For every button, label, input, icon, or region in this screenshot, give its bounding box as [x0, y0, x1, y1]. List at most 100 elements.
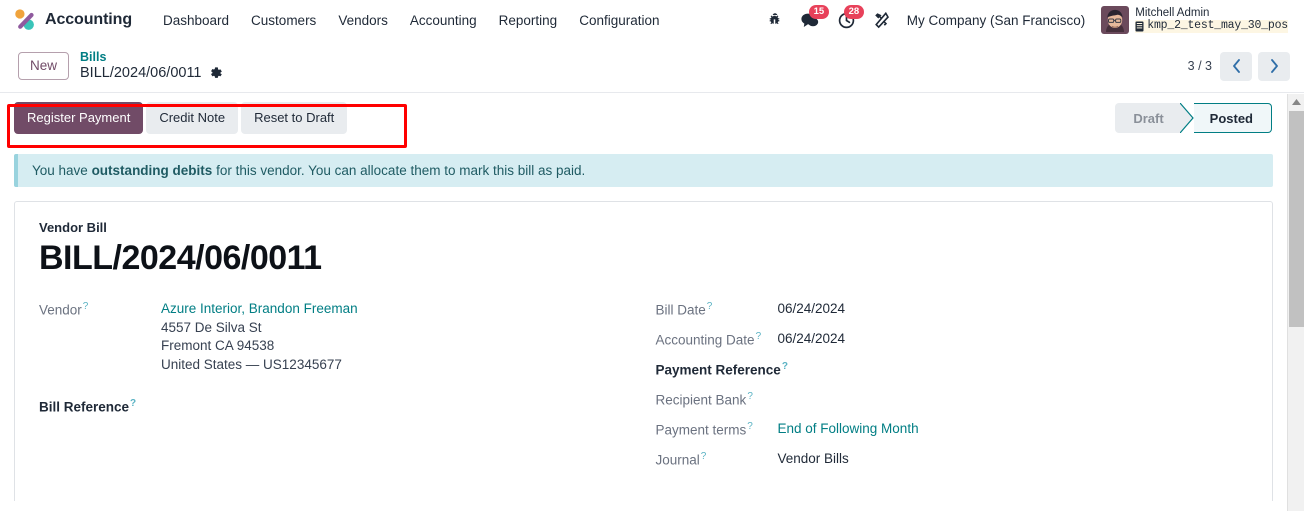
breadcrumb-parent-bills[interactable]: Bills	[80, 50, 222, 65]
app-brand[interactable]: Accounting	[10, 7, 138, 33]
vendor-name[interactable]: Azure Interior, Brandon Freeman	[161, 300, 358, 319]
form-grid: Vendor? Azure Interior, Brandon Freeman …	[39, 300, 1248, 480]
field-row-payment-terms: Payment terms? End of Following Month	[656, 420, 1249, 439]
journal-label: Journal?	[656, 450, 778, 469]
action-bar: Register Payment Credit Note Reset to Dr…	[0, 93, 1304, 143]
bill-date-input[interactable]: 06/24/2024	[778, 300, 846, 319]
database-name-wrapper: kmp_2_test_may_30_pos	[1135, 19, 1288, 33]
help-tooltip-icon[interactable]: ?	[756, 331, 762, 342]
alert-prefix: You have	[32, 163, 92, 178]
journal-value[interactable]: Vendor Bills	[778, 450, 849, 469]
navbar-systray: 15 28 My Company (San Francisco) Mitchel…	[758, 4, 1296, 36]
outstanding-debits-alert: You have outstanding debits for this ven…	[14, 154, 1273, 187]
recipient-bank-label: Recipient Bank?	[656, 390, 778, 409]
avatar	[1101, 6, 1130, 34]
field-row-recipient-bank: Recipient Bank?	[656, 390, 1249, 409]
action-buttons-group: Register Payment Credit Note Reset to Dr…	[14, 102, 348, 134]
vendor-city: Fremont CA 94538	[161, 338, 275, 354]
vendor-country: United States — US12345677	[161, 356, 342, 372]
help-tooltip-icon[interactable]: ?	[83, 301, 89, 312]
status-arrow-divider	[1179, 103, 1194, 133]
reset-to-draft-button[interactable]: Reset to Draft	[241, 102, 348, 134]
new-button[interactable]: New	[18, 51, 70, 81]
messaging-count-badge: 15	[809, 4, 829, 19]
wrench-icon[interactable]	[864, 8, 899, 33]
field-row-payment-reference: Payment Reference?	[656, 360, 1249, 379]
breadcrumb-current-label: BILL/2024/06/0011	[80, 64, 202, 81]
form-content-area: You have outstanding debits for this ven…	[0, 150, 1287, 511]
control-panel: New Bills BILL/2024/06/0011 3 / 3	[0, 40, 1304, 93]
user-menu[interactable]: Mitchell Admin kmp_2_test_may_30_pos	[1093, 4, 1292, 36]
vertical-scrollbar[interactable]	[1287, 94, 1304, 511]
help-tooltip-icon[interactable]: ?	[747, 391, 753, 402]
menu-item-vendors[interactable]: Vendors	[327, 7, 399, 34]
document-type-label: Vendor Bill	[39, 220, 107, 235]
alert-suffix: for this vendor. You can allocate them t…	[212, 163, 586, 178]
pager-previous-button[interactable]	[1220, 51, 1252, 81]
menu-item-dashboard[interactable]: Dashboard	[152, 7, 240, 34]
bug-icon[interactable]	[758, 8, 792, 32]
form-column-right: Bill Date? 06/24/2024 Accounting Date? 0…	[644, 300, 1249, 480]
vendor-label-text: Vendor	[39, 302, 82, 318]
register-payment-button[interactable]: Register Payment	[14, 102, 144, 134]
menu-item-configuration[interactable]: Configuration	[568, 7, 670, 34]
help-tooltip-icon[interactable]: ?	[747, 421, 753, 432]
menu-item-reporting[interactable]: Reporting	[488, 7, 569, 34]
vendor-street: 4557 De Silva St	[161, 319, 262, 335]
field-row-bill-date: Bill Date? 06/24/2024	[656, 300, 1249, 319]
breadcrumb-current: BILL/2024/06/0011	[80, 65, 222, 82]
journal-label-text: Journal	[655, 452, 700, 468]
company-switcher[interactable]: My Company (San Francisco)	[899, 9, 1094, 32]
payment-reference-label: Payment Reference?	[655, 360, 788, 379]
gear-icon[interactable]	[209, 66, 223, 80]
accounting-date-input[interactable]: 06/24/2024	[778, 330, 846, 349]
payment-terms-label: Payment terms?	[656, 420, 778, 439]
status-posted[interactable]: Posted	[1193, 103, 1272, 133]
page-title: BILL/2024/06/0011	[39, 239, 322, 277]
help-tooltip-icon[interactable]: ?	[782, 361, 788, 372]
chevron-right-icon	[1270, 59, 1278, 73]
scrollbar-thumb[interactable]	[1289, 111, 1304, 327]
menu-item-accounting[interactable]: Accounting	[399, 7, 488, 34]
bill-date-label-text: Bill Date	[655, 302, 706, 318]
odoo-logo-icon	[12, 7, 38, 33]
form-column-left: Vendor? Azure Interior, Brandon Freeman …	[39, 300, 644, 480]
pager: 3 / 3	[1187, 51, 1290, 81]
credit-note-button[interactable]: Credit Note	[146, 102, 239, 134]
accounting-date-label: Accounting Date?	[656, 330, 778, 349]
app-name: Accounting	[45, 11, 132, 28]
field-row-vendor: Vendor? Azure Interior, Brandon Freeman …	[39, 300, 644, 375]
help-tooltip-icon[interactable]: ?	[707, 301, 713, 312]
status-ribbon: Draft Posted	[1115, 103, 1272, 133]
bill-reference-label: Bill Reference?	[39, 397, 161, 416]
field-row-bill-reference: Bill Reference?	[39, 397, 644, 416]
menu-item-customers[interactable]: Customers	[240, 7, 327, 34]
help-tooltip-icon[interactable]: ?	[130, 398, 136, 409]
chevron-left-icon	[1232, 59, 1240, 73]
alert-bold-text: outstanding debits	[91, 163, 213, 178]
form-sheet: Vendor Bill BILL/2024/06/0011 Vendor? Az…	[14, 201, 1273, 501]
pager-next-button[interactable]	[1258, 51, 1290, 81]
main-menu: Dashboard Customers Vendors Accounting R…	[152, 7, 671, 34]
field-row-accounting-date: Accounting Date? 06/24/2024	[656, 330, 1249, 349]
recipient-bank-label-text: Recipient Bank	[655, 392, 747, 408]
payment-terms-value[interactable]: End of Following Month	[778, 420, 919, 439]
activity-clock-icon[interactable]: 28	[829, 4, 864, 33]
bill-date-label: Bill Date?	[656, 300, 778, 319]
status-draft[interactable]: Draft	[1115, 103, 1180, 133]
pager-count: 3 / 3	[1187, 59, 1212, 73]
help-tooltip-icon[interactable]: ?	[701, 451, 707, 462]
vendor-value[interactable]: Azure Interior, Brandon Freeman 4557 De …	[161, 300, 358, 375]
accounting-date-label-text: Accounting Date	[655, 332, 755, 348]
user-info: Mitchell Admin kmp_2_test_may_30_pos	[1135, 7, 1288, 33]
database-icon	[1135, 21, 1144, 32]
payment-reference-label-text: Payment Reference	[655, 362, 781, 378]
vendor-label: Vendor?	[39, 300, 161, 319]
bill-reference-label-text: Bill Reference	[39, 399, 130, 415]
caret-up-icon	[1291, 99, 1301, 105]
messaging-icon[interactable]: 15	[792, 4, 829, 33]
field-row-journal: Journal? Vendor Bills	[656, 450, 1249, 469]
scrollbar-up-arrow[interactable]	[1288, 94, 1304, 111]
database-name: kmp_2_test_may_30_pos	[1147, 19, 1288, 32]
breadcrumb: Bills BILL/2024/06/0011	[80, 50, 222, 82]
